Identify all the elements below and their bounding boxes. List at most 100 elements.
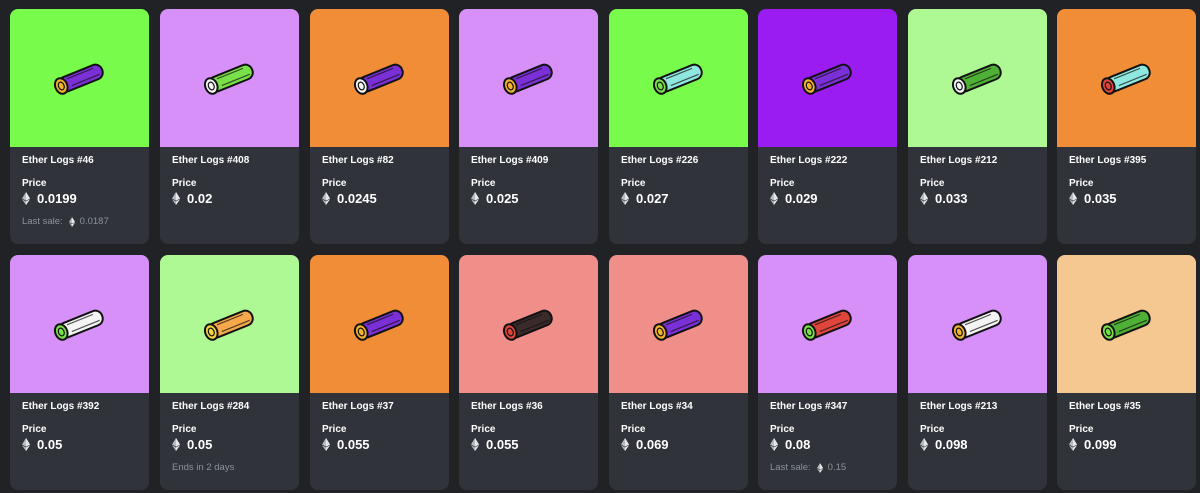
log-icon [502, 309, 553, 341]
price-value: 0.08 [785, 437, 811, 452]
log-icon [353, 63, 404, 95]
nft-image[interactable] [758, 9, 897, 147]
price: 0.027 [621, 191, 669, 206]
nft-image[interactable] [160, 9, 299, 147]
nft-name[interactable]: Ether Logs #213 [920, 401, 997, 412]
nft-image[interactable] [609, 255, 748, 393]
ethereum-icon [621, 192, 629, 205]
price-value: 0.035 [1084, 191, 1117, 206]
nft-name[interactable]: Ether Logs #37 [322, 401, 394, 412]
price: 0.033 [920, 191, 968, 206]
ethereum-icon [471, 438, 479, 451]
price-label: Price [1069, 424, 1094, 435]
nft-name[interactable]: Ether Logs #35 [1069, 401, 1141, 412]
nft-image[interactable] [1057, 255, 1196, 393]
nft-name[interactable]: Ether Logs #82 [322, 155, 394, 166]
nft-name[interactable]: Ether Logs #36 [471, 401, 543, 412]
price-label: Price [621, 178, 646, 189]
price: 0.0199 [22, 191, 77, 206]
nft-image[interactable] [908, 9, 1047, 147]
log-icon [502, 63, 553, 95]
nft-image[interactable] [10, 255, 149, 393]
nft-image[interactable] [160, 255, 299, 393]
ethereum-icon [172, 192, 180, 205]
nft-card[interactable]: Ether Logs #409 Price 0.025 [459, 9, 598, 244]
nft-card[interactable]: Ether Logs #392 Price 0.05 [10, 255, 149, 490]
ethereum-icon [471, 192, 479, 205]
nft-card[interactable]: Ether Logs #395 Price 0.035 [1057, 9, 1196, 244]
nft-name[interactable]: Ether Logs #34 [621, 401, 693, 412]
price-value: 0.033 [935, 191, 968, 206]
nft-image[interactable] [609, 9, 748, 147]
price: 0.055 [322, 437, 370, 452]
nft-card[interactable]: Ether Logs #46 Price 0.0199 Last sale: 0… [10, 9, 149, 244]
nft-name[interactable]: Ether Logs #409 [471, 155, 548, 166]
auction-timer: Ends in 2 days [172, 462, 234, 473]
nft-image[interactable] [908, 255, 1047, 393]
last-sale: Last sale: 0.0187 [22, 216, 109, 227]
log-icon [53, 63, 104, 95]
log-icon [951, 63, 1002, 95]
price-value: 0.05 [187, 437, 213, 452]
nft-card[interactable]: Ether Logs #213 Price 0.098 [908, 255, 1047, 490]
nft-card[interactable]: Ether Logs #35 Price 0.099 [1057, 255, 1196, 490]
nft-image[interactable] [310, 9, 449, 147]
nft-card[interactable]: Ether Logs #408 Price 0.02 [160, 9, 299, 244]
ethereum-icon [920, 438, 928, 451]
nft-card[interactable]: Ether Logs #34 Price 0.069 [609, 255, 748, 490]
price: 0.029 [770, 191, 818, 206]
price: 0.098 [920, 437, 968, 452]
log-icon [203, 63, 254, 95]
nft-card[interactable]: Ether Logs #37 Price 0.055 [310, 255, 449, 490]
log-icon [203, 309, 254, 341]
nft-image[interactable] [310, 255, 449, 393]
price: 0.05 [22, 437, 62, 452]
nft-name[interactable]: Ether Logs #46 [22, 155, 94, 166]
ethereum-icon [68, 216, 75, 227]
nft-name[interactable]: Ether Logs #408 [172, 155, 249, 166]
ethereum-icon [816, 462, 823, 473]
nft-card[interactable]: Ether Logs #347 Price 0.08 Last sale: 0.… [758, 255, 897, 490]
log-icon [353, 309, 404, 341]
price-label: Price [22, 178, 47, 189]
price-label: Price [322, 178, 347, 189]
nft-name[interactable]: Ether Logs #212 [920, 155, 997, 166]
nft-card[interactable]: Ether Logs #212 Price 0.033 [908, 9, 1047, 244]
nft-card[interactable]: Ether Logs #36 Price 0.055 [459, 255, 598, 490]
price-value: 0.027 [636, 191, 669, 206]
last-sale-value: 0.15 [827, 462, 847, 473]
ethereum-icon [22, 192, 30, 205]
nft-card[interactable]: Ether Logs #222 Price 0.029 [758, 9, 897, 244]
ethereum-icon [1069, 438, 1077, 451]
ethereum-icon [770, 192, 778, 205]
nft-name[interactable]: Ether Logs #226 [621, 155, 698, 166]
ethereum-icon [770, 438, 778, 451]
log-icon [53, 309, 104, 341]
price-label: Price [770, 178, 795, 189]
nft-name[interactable]: Ether Logs #392 [22, 401, 99, 412]
price-label: Price [471, 178, 496, 189]
ethereum-icon [621, 438, 629, 451]
nft-card[interactable]: Ether Logs #82 Price 0.0245 [310, 9, 449, 244]
nft-name[interactable]: Ether Logs #347 [770, 401, 847, 412]
price-value: 0.02 [187, 191, 213, 206]
nft-card[interactable]: Ether Logs #226 Price 0.027 [609, 9, 748, 244]
nft-name[interactable]: Ether Logs #222 [770, 155, 847, 166]
nft-image[interactable] [459, 9, 598, 147]
log-icon [951, 309, 1002, 341]
nft-image[interactable] [758, 255, 897, 393]
price-label: Price [920, 178, 945, 189]
nft-image[interactable] [10, 9, 149, 147]
price-label: Price [172, 424, 197, 435]
price-value: 0.025 [486, 191, 519, 206]
price-value: 0.099 [1084, 437, 1117, 452]
price: 0.08 [770, 437, 810, 452]
log-icon [652, 309, 703, 341]
nft-image[interactable] [1057, 9, 1196, 147]
nft-name[interactable]: Ether Logs #395 [1069, 155, 1146, 166]
nft-card[interactable]: Ether Logs #284 Price 0.05 Ends in 2 day… [160, 255, 299, 490]
nft-image[interactable] [459, 255, 598, 393]
nft-name[interactable]: Ether Logs #284 [172, 401, 249, 412]
ethereum-icon [22, 438, 30, 451]
price: 0.05 [172, 437, 212, 452]
